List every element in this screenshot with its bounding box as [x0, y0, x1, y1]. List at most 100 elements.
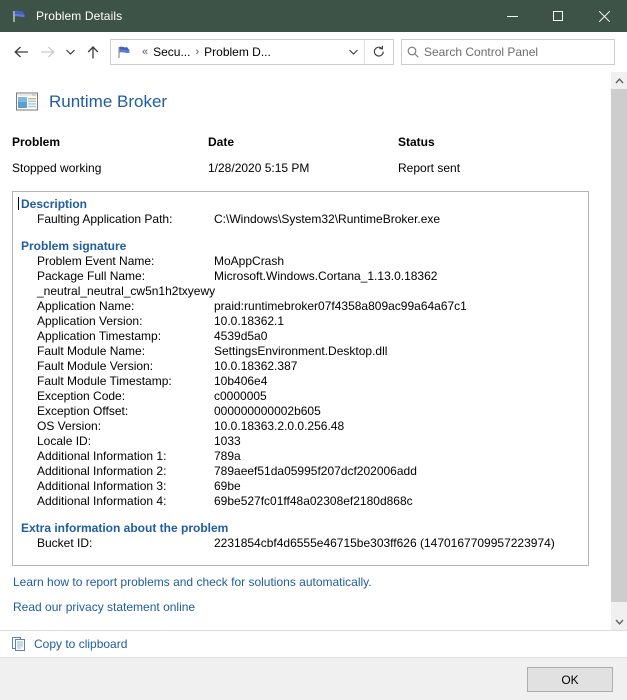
detail-row: Additional Information 1: 789a — [13, 449, 588, 464]
detail-value: 10b406e4 — [214, 374, 268, 388]
status-value: Report sent — [398, 161, 461, 175]
arrow-up-icon — [87, 45, 99, 58]
detail-key: Problem Event Name: — [37, 254, 155, 268]
detail-value: 10.0.18362.1 — [214, 314, 285, 328]
summary-status: Status Report sent — [398, 135, 460, 175]
detail-key: Locale ID: — [37, 434, 92, 448]
detail-key: Fault Module Timestamp: — [37, 374, 172, 388]
detail-value: 2231854cbf4d6555e46715be303ff626 (147016… — [214, 536, 555, 550]
flag-icon — [116, 44, 132, 60]
detail-value: 000000000002b605 — [214, 404, 321, 418]
search-box[interactable]: Search Control Panel — [401, 39, 615, 65]
detail-key: OS Version: — [37, 419, 102, 433]
breadcrumb-item-problem-details[interactable]: Problem D... — [204, 45, 271, 59]
detail-row: Faulting Application Path: C:\Windows\Sy… — [13, 212, 588, 227]
window-titlebar: Problem Details — [0, 0, 627, 32]
vertical-scrollbar[interactable] — [610, 72, 627, 630]
maximize-icon — [553, 11, 563, 21]
copy-to-clipboard-button[interactable]: Copy to clipboard — [34, 637, 127, 651]
up-button[interactable] — [80, 37, 106, 67]
window-title: Problem Details — [36, 9, 123, 23]
detail-row: Bucket ID: 2231854cbf4d6555e46715be303ff… — [13, 536, 588, 551]
detail-value-continuation: _neutral_neutral_cw5n1h2txyewy — [37, 284, 216, 298]
detail-key: Application Name: — [37, 299, 135, 313]
back-button[interactable] — [8, 37, 34, 67]
scrollbar-thumb[interactable] — [611, 89, 627, 602]
detail-key: Additional Information 4: — [37, 494, 167, 508]
detail-row: Application Version: 10.0.18362.1 — [13, 314, 588, 329]
ok-button[interactable]: OK — [527, 667, 613, 692]
minimize-icon — [506, 15, 518, 17]
summary-problem: Problem Stopped working — [12, 135, 208, 175]
status-label: Status — [398, 135, 435, 149]
detail-row: Application Timestamp: 4539d5a0 — [13, 329, 588, 344]
section-heading-extra-information: Extra information about the problem — [21, 521, 229, 535]
search-input[interactable]: Search Control Panel — [424, 45, 538, 59]
problem-label: Problem — [12, 135, 61, 149]
link-privacy-statement[interactable]: Read our privacy statement online — [13, 600, 372, 614]
help-links: Learn how to report problems and check f… — [13, 575, 372, 625]
detail-value: 4539d5a0 — [214, 329, 268, 343]
application-window-icon — [14, 89, 40, 115]
navigation-toolbar: « Secu... › Problem D... Search Control … — [0, 32, 627, 72]
detail-key: Bucket ID: — [37, 536, 93, 550]
flag-icon — [11, 8, 27, 24]
detail-row: Application Name: praid:runtimebroker07f… — [13, 299, 588, 314]
detail-value: 69be — [214, 479, 241, 493]
detail-value: 10.0.18362.387 — [214, 359, 298, 373]
summary-date: Date 1/28/2020 5:15 PM — [208, 135, 398, 175]
detail-row: Locale ID: 1033 — [13, 434, 588, 449]
copy-document-icon — [11, 636, 27, 652]
copy-bar: Copy to clipboard — [0, 630, 627, 657]
link-report-problems[interactable]: Learn how to report problems and check f… — [13, 575, 372, 589]
arrow-right-icon — [40, 46, 55, 58]
detail-value: 69be527fc01ff48a02308ef2180d868c — [214, 494, 413, 508]
section-heading-description: Description — [21, 197, 88, 211]
content-area: Runtime Broker Problem Stopped working D… — [0, 72, 610, 630]
refresh-icon — [373, 45, 384, 57]
breadcrumb-overflow[interactable]: « — [142, 46, 148, 58]
scroll-up-button[interactable] — [611, 72, 627, 89]
detail-value: 1033 — [214, 434, 241, 448]
detail-value: Microsoft.Windows.Cortana_1.13.0.18362 — [214, 269, 438, 283]
problem-details-panel[interactable]: Description Faulting Application Path: C… — [12, 191, 589, 566]
section-heading-problem-signature: Problem signature — [21, 239, 127, 253]
scroll-down-button[interactable] — [611, 613, 627, 630]
application-header: Runtime Broker — [0, 72, 610, 115]
detail-row: Package Full Name: Microsoft.Windows.Cor… — [13, 269, 588, 284]
problem-value: Stopped working — [12, 161, 102, 175]
detail-key: Additional Information 2: — [37, 464, 167, 478]
close-icon — [598, 10, 611, 23]
close-button[interactable] — [581, 0, 627, 32]
detail-row: Problem Event Name: MoAppCrash — [13, 254, 588, 269]
maximize-button[interactable] — [535, 0, 581, 32]
detail-key: Exception Offset: — [37, 404, 129, 418]
detail-row: Fault Module Timestamp: 10b406e4 — [13, 374, 588, 389]
chevron-down-icon — [348, 49, 358, 55]
recent-locations-button[interactable] — [60, 37, 80, 67]
detail-value: 789a — [214, 449, 241, 463]
forward-button[interactable] — [34, 37, 60, 67]
detail-key: Application Timestamp: — [37, 329, 162, 343]
summary-row: Problem Stopped working Date 1/28/2020 5… — [0, 115, 610, 175]
detail-value: 10.0.18363.2.0.0.256.48 — [214, 419, 345, 433]
detail-key: Application Version: — [37, 314, 143, 328]
caption-button-group — [489, 0, 627, 32]
address-dropdown-button[interactable] — [342, 41, 364, 63]
detail-value: SettingsEnvironment.Desktop.dll — [214, 344, 388, 358]
chevron-down-icon — [615, 619, 624, 625]
detail-row: Exception Offset: 000000000002b605 — [13, 404, 588, 419]
breadcrumb-item-security[interactable]: Secu... — [153, 45, 190, 59]
detail-key: Package Full Name: — [37, 269, 146, 283]
search-icon — [402, 45, 424, 59]
dialog-footer: OK — [0, 657, 627, 700]
refresh-button[interactable] — [364, 40, 393, 64]
detail-key: Exception Code: — [37, 389, 126, 403]
address-bar[interactable]: « Secu... › Problem D... — [110, 39, 394, 65]
detail-row: Exception Code: c0000005 — [13, 389, 588, 404]
chevron-up-icon — [615, 77, 624, 83]
detail-value: MoAppCrash — [214, 254, 285, 268]
minimize-button[interactable] — [489, 0, 535, 32]
